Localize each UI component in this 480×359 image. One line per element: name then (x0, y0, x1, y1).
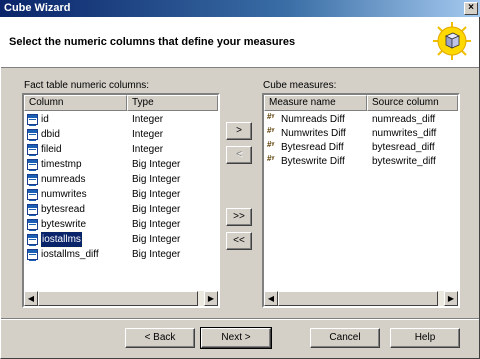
footer-divider (0, 318, 480, 320)
table-row[interactable]: numreads Big Integer (24, 172, 218, 187)
scroll-thumb[interactable] (38, 291, 198, 306)
measure-icon: #ᵞ (267, 112, 275, 121)
cube-wizard-icon (433, 22, 471, 60)
table-row[interactable]: byteswrite Big Integer (24, 217, 218, 232)
column-type: Big Integer (132, 249, 181, 260)
add-column-button[interactable]: > (226, 122, 252, 140)
column-header-source-column[interactable]: Source column (367, 95, 458, 111)
remove-all-measures-button[interactable]: << (226, 232, 252, 250)
title-bar[interactable]: Cube Wizard × (0, 0, 480, 17)
scroll-left-button[interactable]: ◀ (264, 291, 278, 306)
column-table-icon (27, 144, 38, 156)
column-table-icon (27, 249, 38, 261)
source-column: bytesread_diff (372, 142, 435, 153)
column-table-icon (27, 219, 38, 231)
measure-name: Byteswrite Diff (281, 156, 345, 167)
column-table-icon (27, 129, 38, 141)
measure-icon: #ᵞ (267, 140, 275, 149)
measure-name: Bytesread Diff (281, 142, 344, 153)
column-table-icon (27, 174, 38, 186)
column-type: Integer (132, 144, 164, 155)
table-row[interactable]: timestmp Big Integer (24, 157, 218, 172)
window-title: Cube Wizard (4, 2, 71, 14)
cube-measures-label: Cube measures: (263, 80, 337, 91)
scroll-right-button[interactable]: ▶ (444, 291, 458, 306)
table-row[interactable]: numwrites Big Integer (24, 187, 218, 202)
next-button[interactable]: Next > (200, 327, 272, 349)
column-type: Integer (132, 114, 164, 125)
table-row[interactable]: dbid Integer (24, 127, 218, 142)
page-instruction: Select the numeric columns that define y… (9, 36, 296, 48)
column-table-icon (27, 234, 38, 246)
column-type: Big Integer (132, 174, 181, 185)
scroll-left-button[interactable]: ◀ (24, 291, 38, 306)
measure-icon: #ᵞ (267, 154, 275, 163)
back-button[interactable]: < Back (125, 328, 195, 348)
column-name: byteswrite (41, 219, 87, 230)
remove-measure-button[interactable]: < (226, 146, 252, 164)
cancel-button[interactable]: Cancel (310, 328, 380, 348)
fact-table-list[interactable]: Column Type id Integer dbid Integer fileid In… (22, 93, 220, 308)
column-header-type[interactable]: Type (127, 95, 218, 111)
list-item[interactable]: #ᵞ Bytesread Diff bytesread_diff (264, 140, 458, 155)
column-name: iostallms (40, 231, 83, 248)
column-header-column[interactable]: Column (24, 95, 127, 111)
column-name: fileid (41, 144, 62, 155)
measure-name: Numreads Diff (281, 114, 345, 125)
column-type: Big Integer (132, 204, 181, 215)
column-table-icon (27, 189, 38, 201)
column-name: id (41, 114, 49, 125)
list-item[interactable]: #ᵞ Byteswrite Diff byteswrite_diff (264, 154, 458, 169)
scroll-thumb[interactable] (278, 291, 438, 306)
table-row[interactable]: iostallms_diff Big Integer (24, 247, 218, 262)
column-table-icon (27, 114, 38, 126)
column-type: Integer (132, 129, 164, 140)
source-column: byteswrite_diff (372, 156, 436, 167)
list-item[interactable]: #ᵞ Numwrites Diff numwrites_diff (264, 126, 458, 141)
column-name: numwrites (41, 189, 87, 200)
table-row[interactable]: fileid Integer (24, 142, 218, 157)
list-item[interactable]: #ᵞ Numreads Diff numreads_diff (264, 112, 458, 127)
column-name: timestmp (41, 159, 82, 170)
column-name: iostallms_diff (41, 249, 99, 260)
table-row[interactable]: id Integer (24, 112, 218, 127)
column-table-icon (27, 204, 38, 216)
add-all-columns-button[interactable]: >> (226, 208, 252, 226)
column-name: dbid (41, 129, 60, 140)
column-table-icon (27, 159, 38, 171)
table-row[interactable]: iostallms Big Integer (24, 231, 218, 248)
column-type: Big Integer (132, 189, 181, 200)
column-type: Big Integer (132, 219, 181, 230)
fact-table-hscrollbar[interactable]: ◀ ▶ (24, 291, 218, 306)
column-name: numreads (41, 174, 86, 185)
cube-measures-list[interactable]: Measure name Source column #ᵞ Numreads Di… (262, 93, 460, 308)
help-button[interactable]: Help (390, 328, 460, 348)
scroll-right-button[interactable]: ▶ (204, 291, 218, 306)
column-name: bytesread (41, 204, 85, 215)
column-type: Big Integer (132, 159, 181, 170)
source-column: numreads_diff (372, 114, 436, 125)
wizard-header: Select the numeric columns that define y… (0, 17, 480, 68)
measure-icon: #ᵞ (267, 126, 275, 135)
close-button[interactable]: × (464, 2, 478, 15)
table-row[interactable]: bytesread Big Integer (24, 202, 218, 217)
column-type: Big Integer (132, 234, 181, 245)
column-header-measure-name[interactable]: Measure name (264, 95, 367, 111)
source-column: numwrites_diff (372, 128, 437, 139)
close-icon: × (468, 2, 474, 13)
fact-table-label: Fact table numeric columns: (24, 80, 150, 91)
cube-measures-hscrollbar[interactable]: ◀ ▶ (264, 291, 458, 306)
measure-name: Numwrites Diff (281, 128, 346, 139)
